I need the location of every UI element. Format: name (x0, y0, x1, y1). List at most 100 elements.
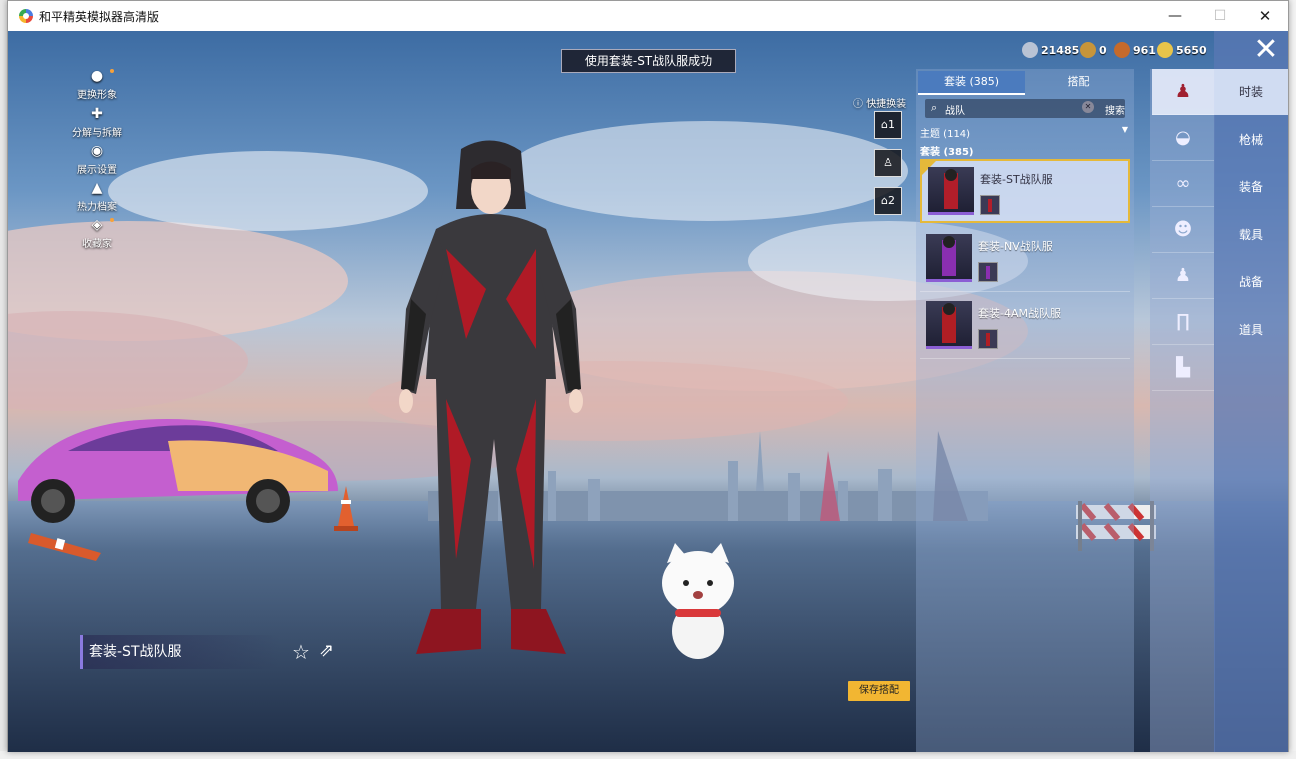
search-input[interactable]: 战队 (945, 102, 965, 117)
category-hat[interactable]: ◒ (1152, 115, 1214, 161)
outfit-item[interactable]: 套装-NV战队服 (920, 228, 1130, 292)
shoes-icon: ▙ (1176, 357, 1190, 378)
toast-message: 使用套装-ST战队服成功 (561, 49, 736, 73)
menu-label: 分解与拆解 (72, 128, 122, 139)
puzzle-icon: ✚ (91, 106, 103, 122)
app-logo-icon (19, 9, 33, 23)
emulator-window: 和平精英模拟器高清版 — ☐ ✕ 21485 0 961 5650 ✕ 使用套装… (7, 0, 1289, 752)
outfit-name: 套装-NV战队服 (978, 240, 1053, 253)
page: 和平精英模拟器高清版 — ☐ ✕ 21485 0 961 5650 ✕ 使用套装… (0, 0, 1296, 759)
outfit-thumbnail (926, 301, 972, 349)
game-viewport: 21485 0 961 5650 ✕ 使用套装-ST战队服成功 ● 更换形象 ✚… (8, 31, 1288, 752)
menu-label: 收藏家 (82, 239, 112, 250)
maximize-button[interactable]: ☐ (1197, 1, 1243, 31)
quick-change-text: 快捷换装 (866, 99, 907, 110)
outfit-mini-icon (980, 195, 1000, 215)
category-shoes[interactable]: ▙ (1152, 345, 1214, 391)
outfit-name: 套装-4AM战队服 (978, 307, 1061, 320)
clear-search-icon[interactable]: ✕ (1082, 101, 1094, 113)
tab-battle-gear[interactable]: 战备 (1214, 259, 1288, 305)
slot-number: 2 (887, 194, 895, 207)
tab-outfits[interactable]: 套装 (385) (918, 71, 1025, 95)
minimize-button[interactable]: — (1152, 1, 1198, 31)
current-outfit-name: 套装-ST战队服 (80, 635, 280, 669)
hanger-icon: ⌂ (881, 194, 888, 207)
close-wardrobe-button[interactable]: ✕ (1252, 35, 1280, 65)
favorite-star-icon[interactable]: ☆ (292, 640, 310, 664)
menu-label: 展示设置 (77, 165, 117, 176)
save-combo-button[interactable]: 保存搭配 (848, 681, 910, 701)
menu-heat-archive[interactable]: ▲ 热力档案 (72, 179, 122, 213)
menu-collector[interactable]: ◈ 收藏家 (72, 216, 122, 250)
outfit-mini-icon (978, 262, 998, 282)
help-icon[interactable]: ⓘ (853, 99, 863, 110)
theme-label: 主题 (114) (920, 129, 971, 140)
quick-change-label: ⓘ 快捷换装 (853, 95, 906, 110)
quick-slot-1[interactable]: ⌂1 (874, 111, 902, 139)
dropdown-caret-icon: ▼ (1121, 125, 1128, 134)
fallen-cone (28, 533, 101, 561)
category-mask[interactable]: ☻ (1152, 207, 1214, 253)
menu-display-settings[interactable]: ◉ 展示设置 (72, 142, 122, 176)
currency-value: 0 (1099, 43, 1107, 57)
tab-weapons[interactable]: 枪械 (1214, 117, 1288, 163)
window-title: 和平精英模拟器高清版 (39, 10, 160, 24)
gold-coin-icon (1080, 42, 1096, 58)
tab-equipment[interactable]: 装备 (1214, 164, 1288, 210)
tab-combos[interactable]: 搭配 (1025, 71, 1132, 95)
traffic-cone (334, 486, 358, 531)
menu-change-avatar[interactable]: ● 更换形象 (72, 67, 122, 101)
menu-label: 更换形象 (77, 90, 117, 101)
category-glasses[interactable]: ∞ (1152, 161, 1214, 207)
category-outfit[interactable]: ♟ (1152, 69, 1214, 115)
currency-gold: 0 (1080, 41, 1107, 59)
menu-label: 热力档案 (77, 202, 117, 213)
tab-fashion[interactable]: 时装 (1214, 69, 1288, 115)
category-pants[interactable]: ∏ (1152, 299, 1214, 345)
top-icon: ♟ (1174, 265, 1192, 286)
person-icon: ● (90, 68, 104, 84)
flame-icon: ▲ (91, 180, 103, 196)
bp-coin-icon (1157, 42, 1173, 58)
outfit-name: 套装-ST战队服 (980, 173, 1053, 186)
currency-coupon: 961 (1114, 41, 1156, 59)
theme-filter[interactable]: 主题 (114) ▼ (920, 125, 1128, 140)
silver-coin-icon (1022, 42, 1038, 58)
outfit-mini-icon (978, 329, 998, 349)
player-character (399, 140, 583, 654)
search-box[interactable]: ⌕ 战队 ✕ 搜索 (925, 99, 1125, 118)
outfit-count: 套装 (385) (920, 147, 974, 158)
share-icon[interactable]: ⇗ (319, 640, 334, 661)
menu-decompose[interactable]: ✚ 分解与拆解 (72, 105, 122, 139)
glasses-icon: ∞ (1175, 173, 1191, 194)
eye-icon: ◉ (90, 143, 104, 159)
hanger-icon: ⌂ (881, 118, 888, 131)
tab-vehicles[interactable]: 载具 (1214, 212, 1288, 258)
search-icon: ⌕ (931, 101, 938, 114)
cat-pet (662, 543, 734, 659)
currency-silver: 21485 (1022, 41, 1079, 59)
search-button[interactable]: 搜索 (1105, 102, 1125, 117)
mask-icon: ☻ (1173, 219, 1193, 240)
badge-icon: ◈ (91, 217, 103, 233)
pants-icon: ∏ (1176, 311, 1190, 332)
slot-number: 1 (887, 118, 895, 131)
currency-value: 5650 (1176, 43, 1207, 57)
currency-bp: 5650 (1157, 41, 1207, 59)
currency-value: 961 (1133, 43, 1156, 57)
title-bar: 和平精英模拟器高清版 — ☐ ✕ (8, 1, 1288, 31)
quick-slot-2[interactable]: ⌂2 (874, 187, 902, 215)
sports-car (18, 419, 338, 523)
category-top[interactable]: ♟ (1152, 253, 1214, 299)
tab-items[interactable]: 道具 (1214, 307, 1288, 353)
desktop-bottom (0, 751, 1296, 759)
outfit-item[interactable]: 套装-ST战队服 (920, 159, 1130, 223)
outfit-icon: ♟ (1174, 81, 1192, 102)
outfit-item[interactable]: 套装-4AM战队服 (920, 295, 1130, 359)
hat-icon: ◒ (1175, 127, 1191, 148)
close-window-button[interactable]: ✕ (1242, 1, 1288, 31)
figure-icon: ♙ (883, 156, 893, 169)
outfit-thumbnail (928, 167, 974, 215)
notification-dot (110, 218, 114, 222)
quick-slot-outfit[interactable]: ♙ (874, 149, 902, 177)
